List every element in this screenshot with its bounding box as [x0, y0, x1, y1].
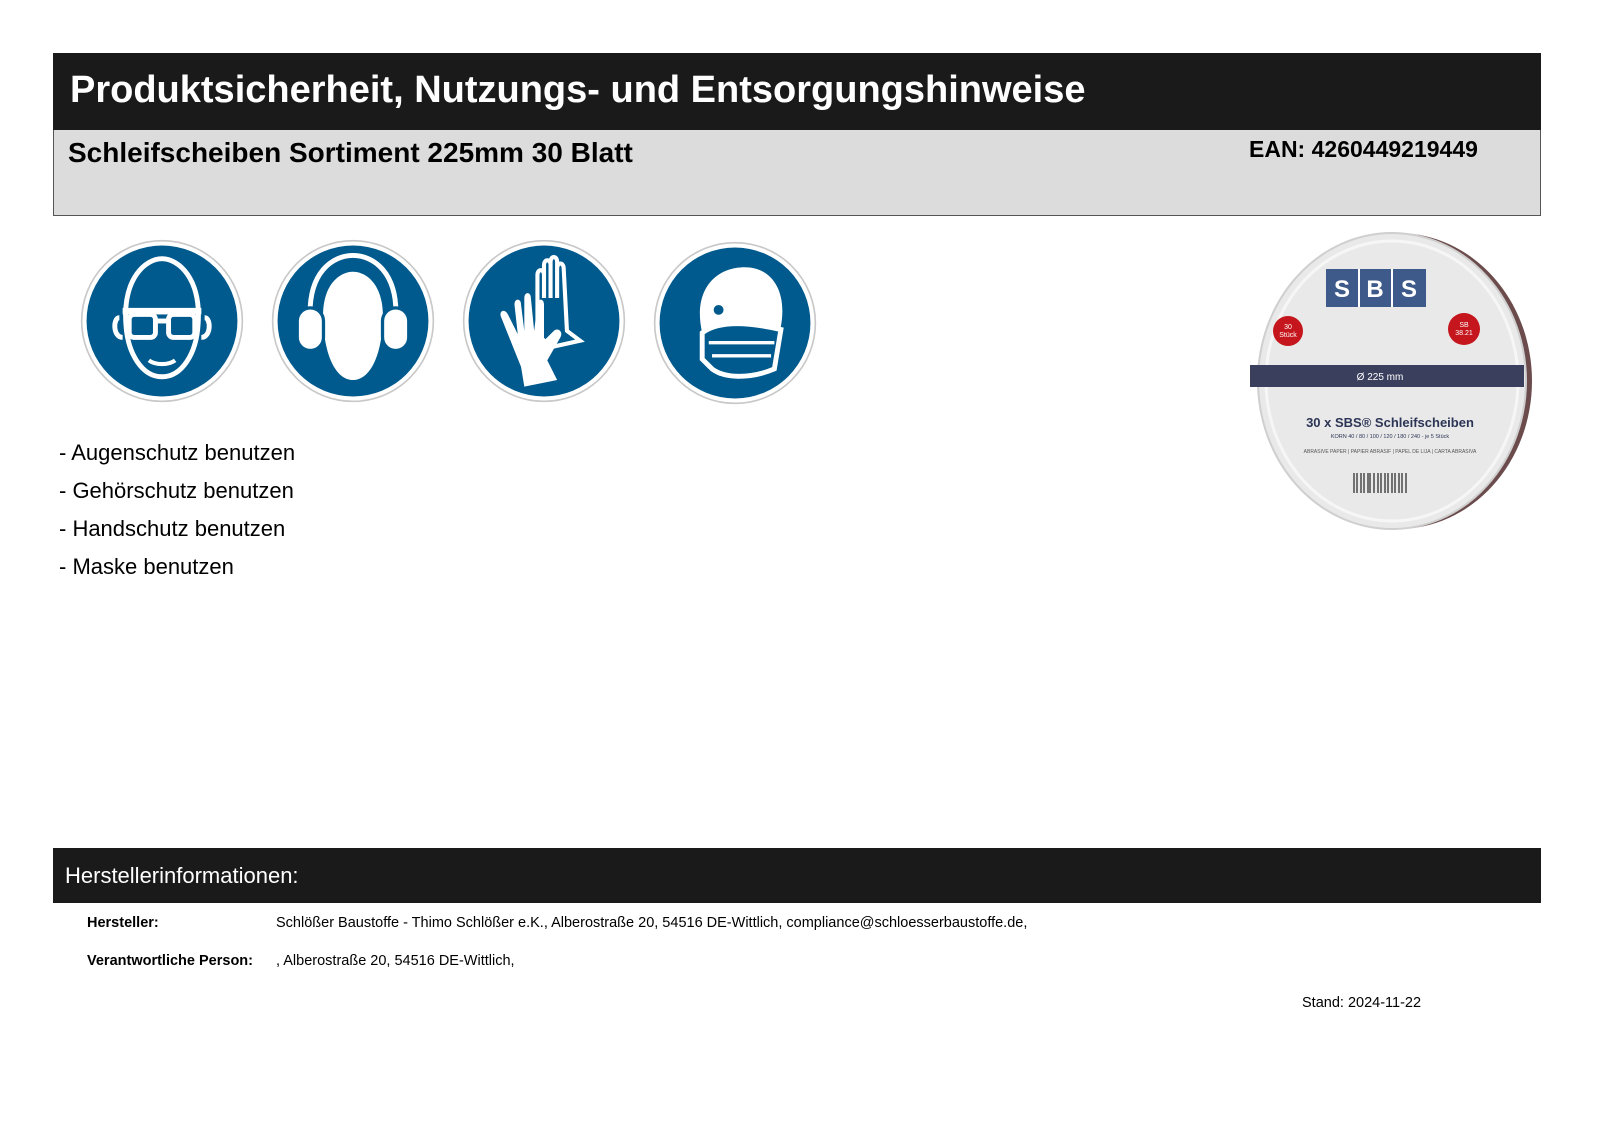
svg-text:S: S [1401, 276, 1417, 303]
stand-date: Stand: 2024-11-22 [1302, 995, 1422, 1011]
product-name: Schleifscheiben Sortiment 225mm 30 Blatt [68, 137, 633, 168]
hint-mask: - Maske benutzen [59, 554, 234, 579]
hint-hand-protection: - Handschutz benutzen [59, 516, 286, 541]
page-title: Produktsicherheit, Nutzungs- und Entsorg… [70, 69, 1086, 111]
product-bar: Schleifscheiben Sortiment 225mm 30 Blatt… [53, 130, 1541, 216]
svg-text:30 x SBS® Schleifscheiben: 30 x SBS® Schleifscheiben [1306, 415, 1474, 430]
eye-protection-icon [80, 239, 244, 403]
responsible-person-label: Verantwortliche Person: [87, 953, 253, 969]
svg-text:ABRASIVE PAPER | PAPIER ABRASI: ABRASIVE PAPER | PAPIER ABRASIF | PAPEL … [1304, 449, 1477, 455]
svg-text:Stück: Stück [1279, 332, 1297, 339]
svg-text:B: B [1366, 276, 1383, 303]
hand-protection-icon [462, 239, 626, 403]
hersteller-value: Schlößer Baustoffe - Thimo Schlößer e.K.… [276, 915, 1028, 931]
safety-hints-list: - Augenschutz benutzen - Gehörschutz ben… [59, 434, 295, 586]
hersteller-label: Hersteller: [87, 915, 159, 931]
svg-text:KORN 40 / 80 / 100 / 120 / 180: KORN 40 / 80 / 100 / 120 / 180 / 240 - j… [1331, 434, 1450, 440]
svg-text:38.21: 38.21 [1455, 330, 1473, 337]
svg-text:S: S [1334, 276, 1350, 303]
face-mask-icon [653, 241, 817, 405]
svg-text:Ø 225 mm: Ø 225 mm [1357, 372, 1404, 383]
hint-eye-protection: - Augenschutz benutzen [59, 440, 296, 465]
title-bar: Produktsicherheit, Nutzungs- und Entsorg… [53, 53, 1541, 130]
manufacturer-section-title: Herstellerinformationen: [65, 863, 299, 888]
hint-ear-protection: - Gehörschutz benutzen [59, 478, 294, 503]
svg-text:30: 30 [1284, 324, 1292, 331]
responsible-person-value: , Alberostraße 20, 54516 DE-Wittlich, [276, 953, 515, 969]
manufacturer-section-header: Herstellerinformationen: [53, 848, 1541, 903]
ean-code: EAN: 4260449219449 [1249, 136, 1478, 162]
ear-protection-icon [271, 239, 435, 403]
svg-text:SB: SB [1459, 322, 1469, 329]
product-photo: S B S 30 Stück SB 38.21 Ø 225 mm 30 x SB… [1250, 231, 1534, 531]
